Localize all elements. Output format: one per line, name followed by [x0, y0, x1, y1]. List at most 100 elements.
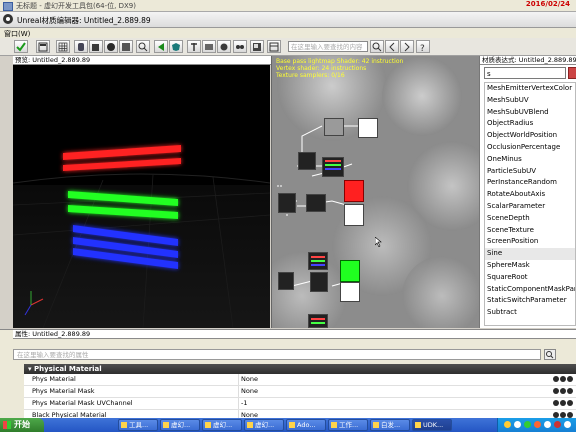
tray-icon[interactable] [544, 421, 551, 428]
expressions-search-input[interactable]: s [484, 67, 566, 79]
taskbar-button[interactable]: 工作... [328, 419, 368, 431]
browse-icon[interactable] [560, 388, 566, 394]
expression-item[interactable]: Sine [485, 248, 575, 260]
properties-search-button[interactable] [544, 349, 556, 360]
tray-icon[interactable] [534, 421, 541, 428]
taskbar-button[interactable]: 白发... [370, 419, 410, 431]
expression-item[interactable]: OneMinus [485, 154, 575, 166]
red-color-node[interactable] [344, 180, 364, 202]
expression-item[interactable]: MeshSubUVBlend [485, 107, 575, 119]
expression-item[interactable]: StaticSwitchParameter [485, 295, 575, 307]
expression-item[interactable]: RotateAboutAxis [485, 189, 575, 201]
preview-viewport[interactable] [13, 65, 270, 328]
plane-preview-button[interactable] [119, 40, 133, 53]
browse-icon[interactable] [560, 376, 566, 382]
cube-preview-button[interactable] [89, 40, 103, 53]
panner-node[interactable] [308, 252, 328, 270]
clear-icon[interactable] [567, 376, 573, 382]
taskbar-button[interactable]: 工具... [118, 419, 158, 431]
plane-icon [122, 43, 130, 51]
find-button[interactable] [136, 40, 150, 53]
toggle-realtime-button[interactable] [187, 40, 201, 53]
property-action-buttons[interactable] [552, 387, 576, 396]
help-button[interactable]: ? [416, 40, 430, 53]
property-row[interactable]: Phys Material Mask None [24, 386, 576, 398]
clean-button[interactable] [169, 40, 183, 53]
shader-button[interactable] [217, 40, 231, 53]
search-next-button[interactable] [400, 40, 414, 53]
taskbar-button[interactable]: 虚幻... [244, 419, 284, 431]
expression-item[interactable]: ScreenPosition [485, 236, 575, 248]
time-node[interactable] [278, 272, 294, 290]
tray-icon[interactable] [504, 421, 511, 428]
green-color-node[interactable] [340, 260, 360, 282]
expression-item[interactable]: ObjectWorldPosition [485, 130, 575, 142]
multiply-node[interactable] [298, 152, 316, 170]
vector-node[interactable] [322, 157, 344, 177]
toolbar: 在这里输入要查找的内容 ? [0, 38, 576, 56]
expression-item[interactable]: SceneTexture [485, 225, 575, 237]
clear-icon[interactable] [567, 400, 573, 406]
constant-node[interactable] [324, 118, 344, 136]
properties-search-input[interactable]: 在这里输入要查找的属性 [13, 349, 541, 360]
apply-button[interactable] [14, 40, 28, 53]
use-selected-icon[interactable] [553, 400, 559, 406]
blue-vector-node[interactable] [308, 314, 328, 328]
property-action-buttons[interactable] [552, 375, 576, 384]
clear-search-button[interactable] [568, 67, 576, 79]
expressions-list[interactable]: MeshEmitterVertexColor MeshSubUV MeshSubUV… [484, 82, 576, 326]
green-mask-node[interactable] [340, 282, 360, 302]
expression-item[interactable]: MeshEmitterVertexColor [485, 83, 575, 95]
stats-button[interactable] [202, 40, 216, 53]
taskbar-button[interactable]: 虚幻... [160, 419, 200, 431]
add-node[interactable] [278, 193, 296, 213]
cylinder-preview-button[interactable] [74, 40, 88, 53]
browse-icon[interactable] [560, 400, 566, 406]
clear-icon[interactable] [567, 388, 573, 394]
tray-icon[interactable] [514, 421, 521, 428]
property-row[interactable]: Phys Material Mask UVChannel -1 [24, 398, 576, 410]
tray-icon[interactable] [524, 421, 531, 428]
use-selected-icon[interactable] [553, 376, 559, 382]
expression-item[interactable]: ObjectRadius [485, 118, 575, 130]
expression-item[interactable]: Subtract [485, 307, 575, 319]
expression-item[interactable]: SphereMask [485, 260, 575, 272]
expression-item[interactable]: PerInstanceRandom [485, 177, 575, 189]
sync-button[interactable] [36, 40, 50, 53]
home-button[interactable] [154, 40, 168, 53]
expression-item[interactable]: OcclusionPercentage [485, 142, 575, 154]
material-graph-canvas[interactable]: Base pass lightmap Shader: 42 instructio… [271, 56, 479, 328]
expression-item[interactable]: MeshSubUV [485, 95, 575, 107]
tray-icon[interactable] [564, 421, 571, 428]
sine-node[interactable] [306, 194, 326, 212]
multiply-node-2[interactable] [310, 272, 328, 292]
expression-item[interactable]: StaticComponentMaskParam [485, 284, 575, 296]
tray-icon[interactable] [554, 421, 561, 428]
property-value[interactable]: -1 [238, 398, 541, 409]
property-row[interactable]: Phys Material None [24, 374, 576, 386]
toolbar-search-input[interactable]: 在这里输入要查找的内容 [288, 41, 368, 52]
taskbar-button[interactable]: 虚幻... [202, 419, 242, 431]
use-selected-icon[interactable] [553, 388, 559, 394]
sphere-preview-button[interactable] [104, 40, 118, 53]
expression-item[interactable]: ScalarParameter [485, 201, 575, 213]
expression-item[interactable]: SquareRoot [485, 272, 575, 284]
grid-button[interactable] [56, 40, 70, 53]
fit-button[interactable] [250, 40, 264, 53]
connectors-button[interactable] [233, 40, 247, 53]
property-value[interactable]: None [238, 386, 541, 397]
taskbar-button[interactable]: Ado... [286, 419, 326, 431]
search-button[interactable] [370, 40, 384, 53]
search-prev-button[interactable] [385, 40, 399, 53]
taskbar-button[interactable]: UDK... [412, 419, 452, 431]
layout-button[interactable] [267, 40, 281, 53]
property-value[interactable]: None [238, 374, 541, 385]
expression-item[interactable]: ParticleSubUV [485, 166, 575, 178]
start-button[interactable]: 开始 [0, 418, 44, 432]
red-mask-node[interactable] [344, 204, 364, 226]
property-action-buttons[interactable] [552, 399, 576, 408]
task-icon [415, 422, 421, 428]
category-physical-material[interactable]: ▾ Physical Material [24, 364, 576, 374]
expression-item[interactable]: SceneDepth [485, 213, 575, 225]
constant-preview-node[interactable] [358, 118, 378, 138]
